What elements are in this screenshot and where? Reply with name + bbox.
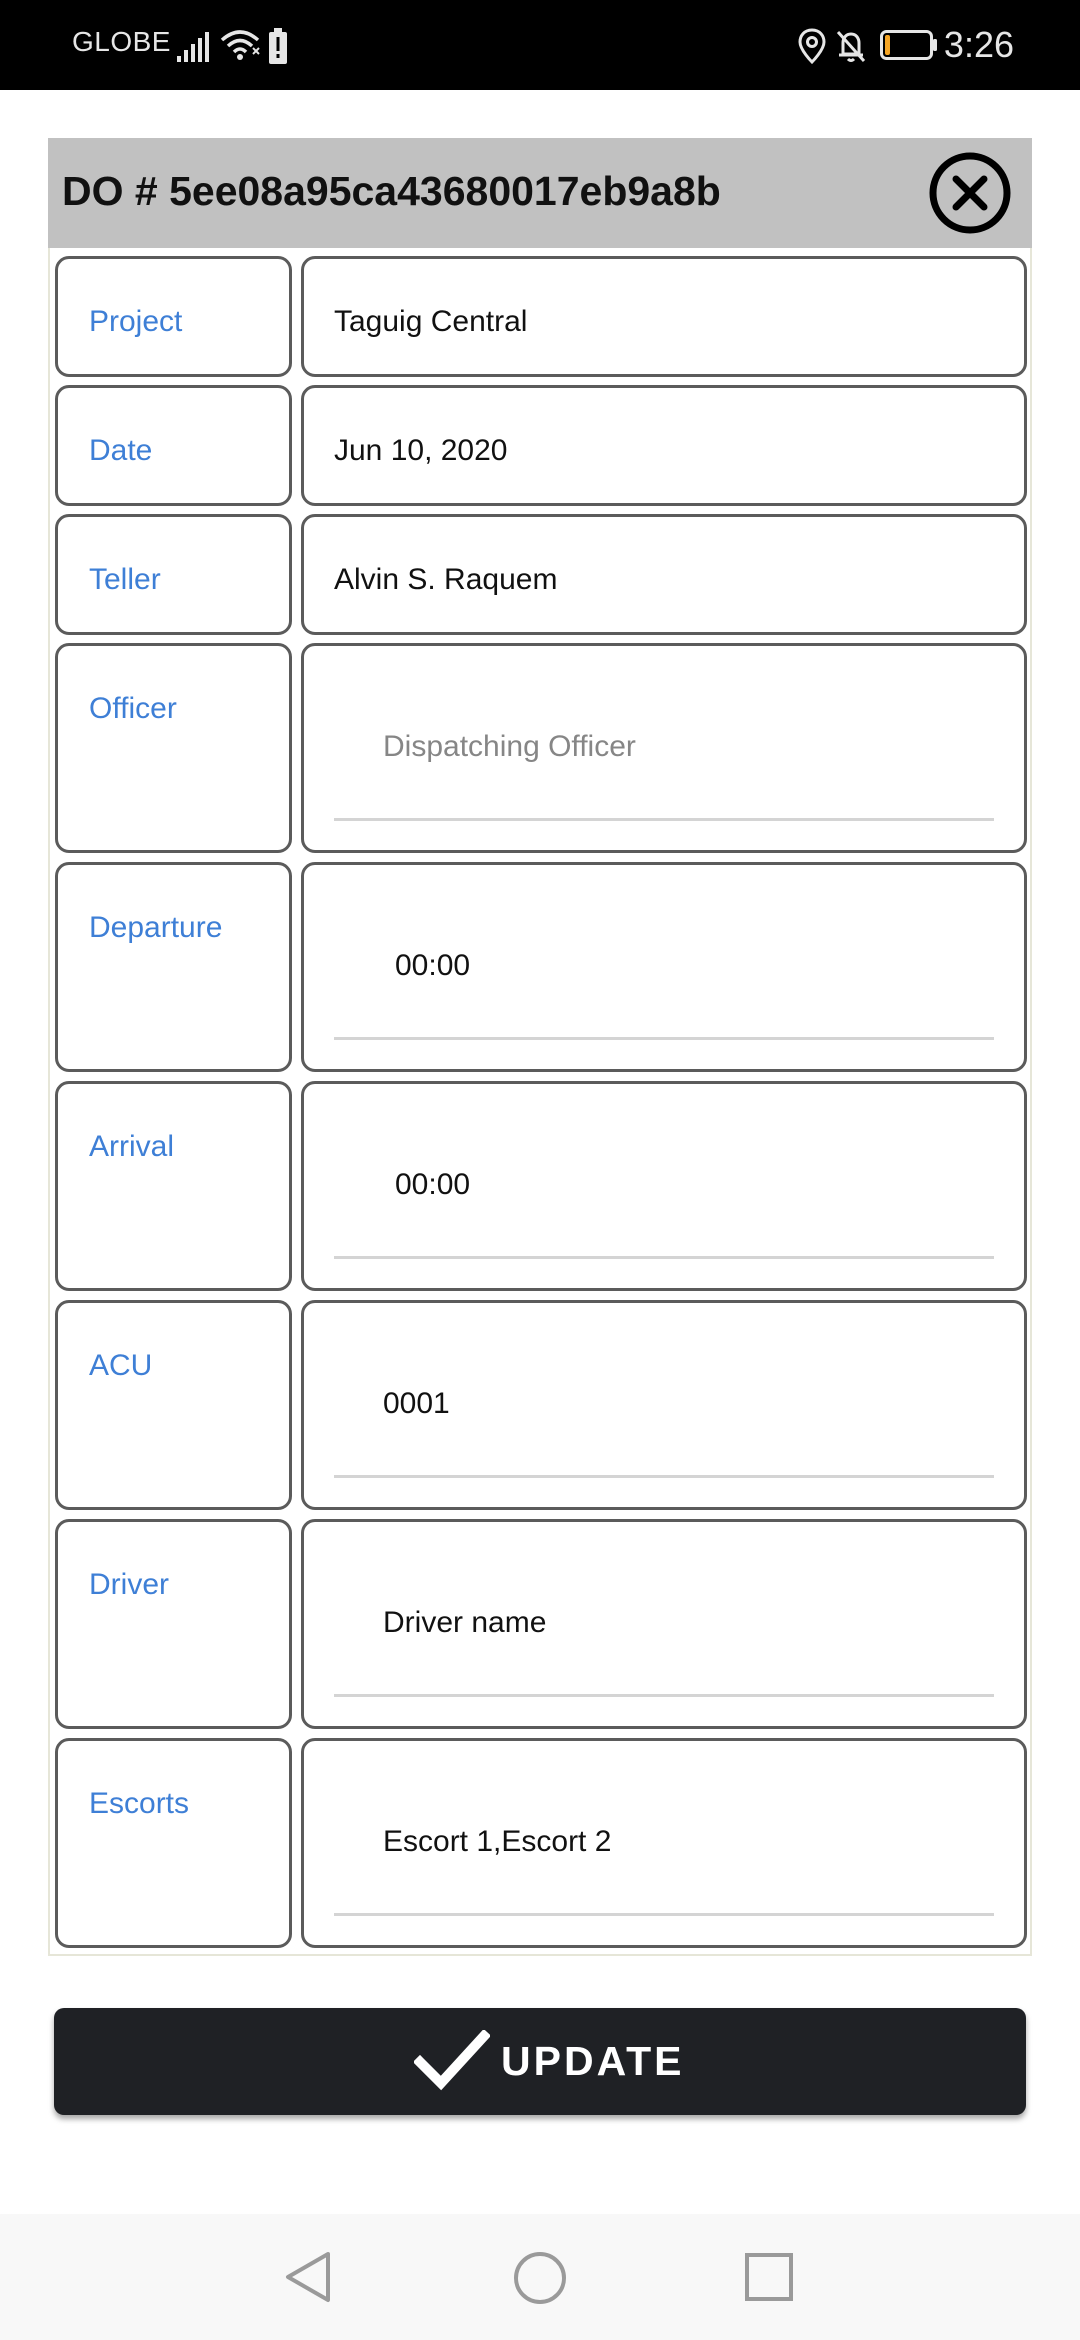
project-label: Project [89, 305, 183, 338]
departure-input-underline [334, 1037, 994, 1040]
teller-value-cell: Alvin S. Raquem [301, 514, 1027, 635]
dialog-header: DO # 5ee08a95ca43680017eb9a8b [48, 138, 1032, 248]
wifi-icon [220, 30, 260, 60]
teller-label-cell: Teller [55, 514, 292, 635]
driver-value: Driver name [383, 1606, 547, 1639]
recents-icon[interactable] [744, 2252, 794, 2302]
arrival-field-cell: 00:00 [301, 1081, 1027, 1291]
departure-time-value: 00:00 [395, 949, 471, 982]
battery-alert-icon [269, 28, 287, 64]
officer-label: Officer [89, 692, 177, 725]
acu-input[interactable]: 0001 [324, 1323, 1004, 1493]
update-button-label: UPDATE [501, 2038, 685, 2084]
check-icon [414, 2030, 490, 2091]
form-table: Project Taguig Central Date Jun 10, 2020… [48, 248, 1032, 1956]
notifications-off-icon [836, 30, 866, 63]
escorts-label: Escorts [89, 1787, 190, 1820]
teller-value: Alvin S. Raquem [334, 563, 558, 596]
officer-input[interactable]: Dispatching Officer [324, 666, 1004, 836]
arrival-label: Arrival [89, 1130, 175, 1163]
status-bar: GLOBE 3:26 [0, 0, 1080, 90]
dialog-title: DO # 5ee08a95ca43680017eb9a8b [62, 168, 721, 214]
location-icon [798, 28, 826, 64]
departure-time-input[interactable]: 00:00 [324, 885, 1004, 1055]
escorts-input[interactable]: Escort 1,Escort 2 [324, 1761, 1004, 1931]
acu-label: ACU [89, 1349, 153, 1382]
close-circle-icon [929, 152, 1011, 234]
date-value-cell: Jun 10, 2020 [301, 385, 1027, 506]
home-icon[interactable] [512, 2250, 568, 2306]
officer-input-underline [334, 818, 994, 821]
project-value-cell: Taguig Central [301, 256, 1027, 377]
officer-field-cell: Dispatching Officer [301, 643, 1027, 853]
escorts-label-cell: Escorts [55, 1738, 292, 1948]
acu-label-cell: ACU [55, 1300, 292, 1510]
teller-label: Teller [89, 563, 161, 596]
navigation-bar [0, 2214, 1080, 2340]
acu-field-cell: 0001 [301, 1300, 1027, 1510]
escorts-value: Escort 1,Escort 2 [383, 1825, 612, 1858]
officer-label-cell: Officer [55, 643, 292, 853]
departure-label-cell: Departure [55, 862, 292, 1072]
driver-input-underline [334, 1694, 994, 1697]
departure-label: Departure [89, 911, 223, 944]
close-button[interactable] [926, 149, 1014, 237]
driver-field-cell: Driver name [301, 1519, 1027, 1729]
escorts-field-cell: Escort 1,Escort 2 [301, 1738, 1027, 1948]
update-button[interactable]: UPDATE [54, 2008, 1026, 2115]
officer-placeholder: Dispatching Officer [383, 730, 636, 763]
arrival-input-underline [334, 1256, 994, 1259]
signal-icon [177, 32, 209, 62]
driver-input[interactable]: Driver name [324, 1542, 1004, 1712]
driver-label-cell: Driver [55, 1519, 292, 1729]
acu-input-underline [334, 1475, 994, 1478]
carrier-name: GLOBE [72, 26, 171, 57]
arrival-time-value: 00:00 [395, 1168, 471, 1201]
date-label: Date [89, 434, 153, 467]
driver-label: Driver [89, 1568, 169, 1601]
battery-icon [880, 30, 937, 60]
date-label-cell: Date [55, 385, 292, 506]
arrival-time-input[interactable]: 00:00 [324, 1104, 1004, 1274]
back-icon[interactable] [282, 2250, 334, 2304]
clock: 3:26 [943, 24, 1014, 65]
acu-value: 0001 [383, 1387, 450, 1420]
project-label-cell: Project [55, 256, 292, 377]
date-value: Jun 10, 2020 [334, 434, 508, 467]
project-value: Taguig Central [334, 305, 528, 338]
arrival-label-cell: Arrival [55, 1081, 292, 1291]
escorts-input-underline [334, 1913, 994, 1916]
departure-field-cell: 00:00 [301, 862, 1027, 1072]
